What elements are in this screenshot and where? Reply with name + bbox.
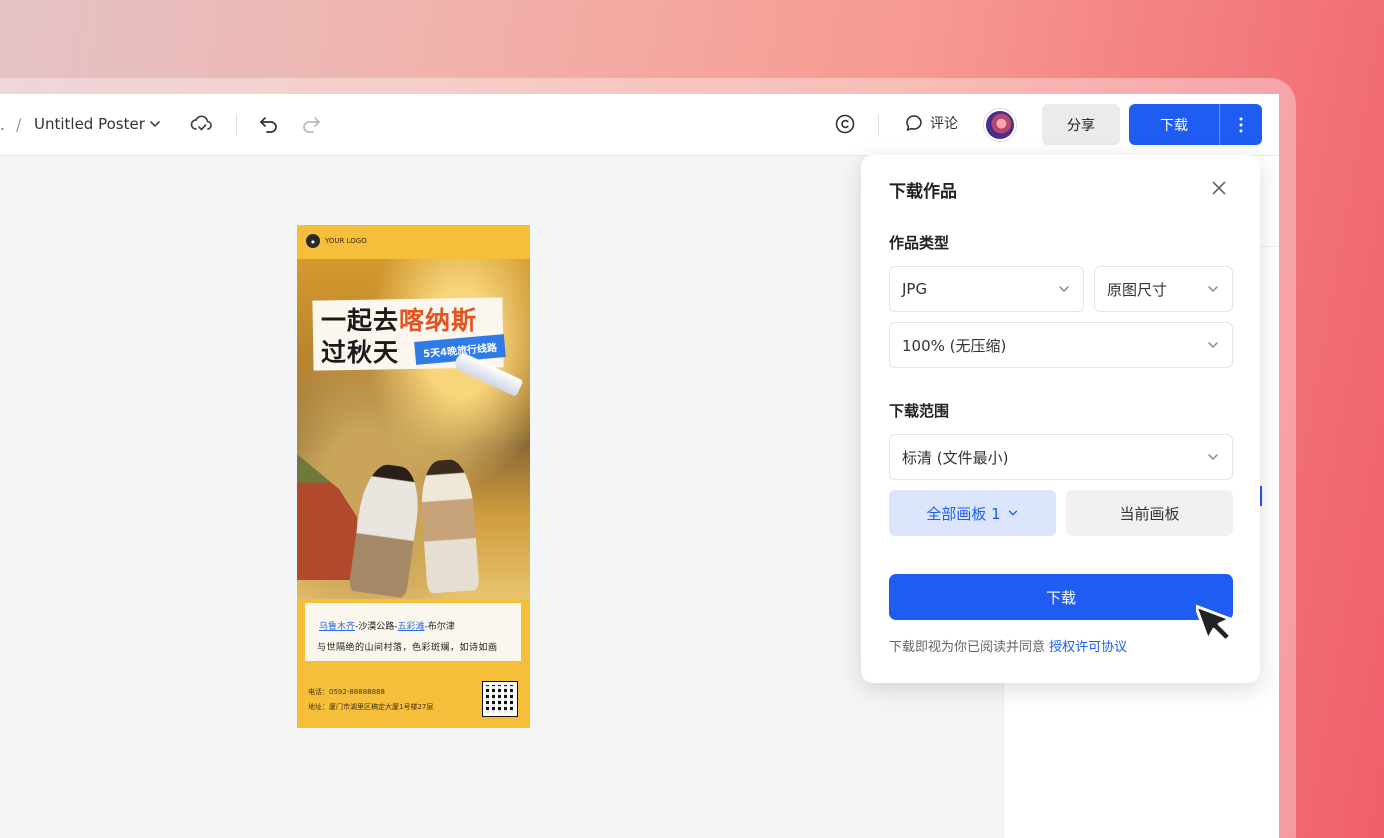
- all-boards-label: 全部画板 1: [926, 504, 1001, 523]
- breadcrumb-prefix[interactable]: .: [0, 116, 5, 134]
- format-select[interactable]: JPG: [889, 266, 1084, 312]
- agreement-notice: 下载即视为你已阅读并同意 授权许可协议: [889, 636, 1127, 655]
- traveler-right: [418, 458, 480, 594]
- poster-address: 地址：厦门市湖里区稿定大厦1号楼27层: [308, 703, 434, 711]
- top-toolbar: . / Untitled Poster 评论 分享 下载: [0, 94, 1279, 156]
- cloud-sync-icon[interactable]: [190, 113, 214, 135]
- type-section-label: 作品类型: [889, 234, 950, 252]
- breadcrumb-separator: /: [16, 115, 22, 134]
- undo-icon[interactable]: [258, 114, 280, 134]
- size-select[interactable]: 原图尺寸: [1094, 266, 1233, 312]
- chevron-down-icon: [1208, 342, 1218, 349]
- panel-title: 下载作品: [889, 182, 957, 202]
- travelers-image: [335, 450, 495, 605]
- chevron-down-icon: [1208, 286, 1218, 293]
- chevron-down-icon: [1008, 510, 1017, 516]
- copyright-icon[interactable]: [834, 113, 856, 135]
- title-part-b: 喀纳斯: [399, 306, 478, 335]
- poster-title-line2: 过秋天: [321, 338, 400, 367]
- logo-mark: ●: [306, 234, 320, 248]
- chevron-down-icon: [1208, 454, 1218, 461]
- quality-value: 100% (无压缩): [902, 336, 1007, 355]
- range-section-label: 下载范围: [889, 402, 950, 420]
- route-stop-4: -布尔津: [424, 622, 455, 632]
- route-stop-3: 五彩滩: [397, 622, 425, 632]
- document-title[interactable]: Untitled Poster: [34, 115, 145, 133]
- route-stop-2: -沙漠公路-: [355, 622, 398, 632]
- size-value: 原图尺寸: [1107, 280, 1168, 299]
- more-options-icon[interactable]: [1220, 117, 1262, 133]
- chevron-down-icon: [1059, 286, 1069, 293]
- route-line: 乌鲁木齐-沙漠公路-五彩滩-布尔津: [319, 619, 455, 632]
- poster-phone: 电话：0592-88888888: [308, 688, 385, 696]
- logo-text: YOUR LOGO: [325, 237, 367, 245]
- chevron-down-icon[interactable]: [148, 117, 162, 131]
- confirm-download-button[interactable]: 下载: [889, 574, 1233, 620]
- quality-select[interactable]: 100% (无压缩): [889, 322, 1233, 368]
- mouse-pointer-icon: [1194, 596, 1248, 658]
- agreement-text: 下载即视为你已阅读并同意: [889, 640, 1046, 655]
- current-board-option[interactable]: 当前画板: [1066, 490, 1233, 536]
- comment-label: 评论: [930, 116, 958, 132]
- poster-title-line1: 一起去喀纳斯: [321, 301, 477, 337]
- poster-logo: ● YOUR LOGO: [306, 234, 367, 248]
- title-part-a: 一起去: [321, 306, 400, 335]
- share-button[interactable]: 分享: [1042, 104, 1120, 145]
- resolution-value: 标清 (文件最小): [902, 448, 1009, 467]
- all-boards-option[interactable]: 全部画板 1: [889, 490, 1056, 536]
- traveler-left: [348, 461, 424, 599]
- format-value: JPG: [902, 280, 928, 298]
- comment-button[interactable]: 评论: [904, 113, 958, 133]
- panel-indicator: [1260, 486, 1262, 506]
- route-stop-1: 乌鲁木齐: [319, 622, 356, 632]
- redo-icon[interactable]: [300, 114, 322, 134]
- poster-artboard[interactable]: ● YOUR LOGO 一起去喀纳斯 过秋天 5天4晚旅行线路 乌鲁木齐-沙漠公…: [297, 225, 530, 728]
- comment-icon: [906, 115, 922, 131]
- qr-code-icon: [482, 681, 518, 717]
- download-label: 下载: [1160, 117, 1188, 134]
- route-description: 与世隔绝的山间村落，色彩斑斓，如诗如画: [317, 643, 498, 653]
- avatar[interactable]: [984, 109, 1016, 141]
- close-icon[interactable]: [1210, 179, 1228, 197]
- toolbar-divider: [236, 114, 237, 136]
- download-button[interactable]: 下载: [1129, 104, 1262, 145]
- toolbar-divider: [878, 114, 879, 136]
- resolution-select[interactable]: 标清 (文件最小): [889, 434, 1233, 480]
- license-agreement-link[interactable]: 授权许可协议: [1049, 640, 1127, 655]
